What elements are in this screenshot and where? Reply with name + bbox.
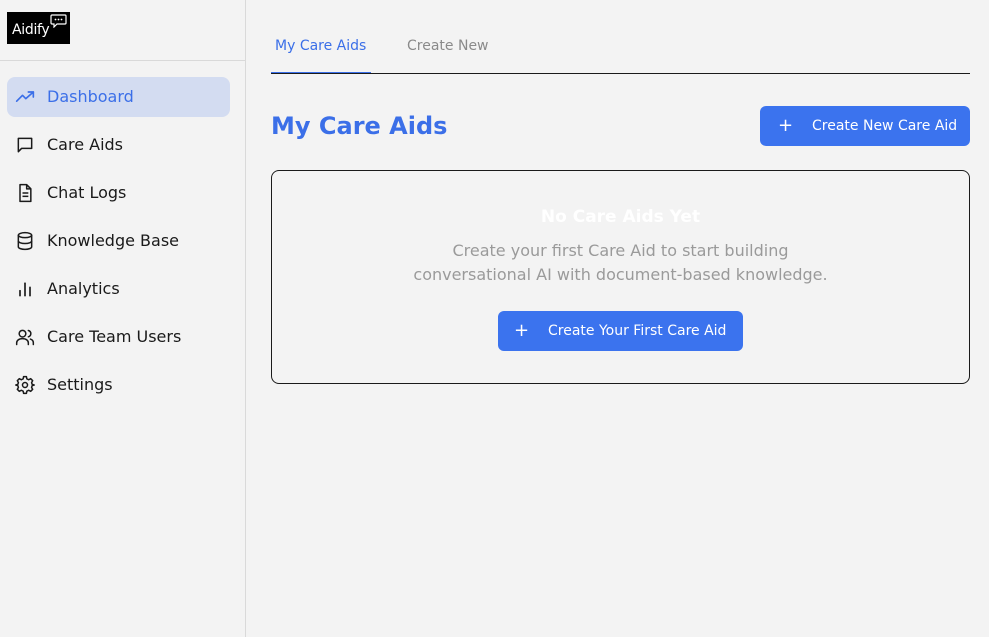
empty-state-description-line: conversational AI with document-based kn…: [413, 265, 828, 284]
empty-state-description: Create your first Care Aid to start buil…: [272, 239, 969, 287]
sidebar-item-chat-logs[interactable]: Chat Logs: [7, 173, 230, 213]
button-label: Create Your First Care Aid: [548, 323, 727, 339]
chat-bubble-logo-icon: [50, 14, 67, 28]
sidebar-item-label: Care Aids: [47, 135, 124, 154]
sidebar-item-analytics[interactable]: Analytics: [7, 269, 230, 309]
database-icon: [15, 231, 35, 251]
users-icon: [15, 327, 35, 347]
sidebar-item-care-team-users[interactable]: Care Team Users: [7, 317, 230, 357]
sidebar-item-settings[interactable]: Settings: [7, 365, 230, 405]
sidebar-item-label: Analytics: [47, 279, 120, 298]
sidebar-item-care-aids[interactable]: Care Aids: [7, 125, 230, 165]
tab-bar-divider: [271, 73, 970, 74]
tab-bar: My Care Aids Create New: [271, 30, 970, 74]
logo-text: Aidify: [12, 22, 50, 38]
gear-icon: [15, 375, 35, 395]
create-new-care-aid-button[interactable]: + Create New Care Aid: [760, 106, 970, 146]
chat-bubble-icon: [15, 135, 35, 155]
empty-state-description-line: Create your first Care Aid to start buil…: [452, 241, 789, 260]
empty-state-card: No Care Aids Yet Create your first Care …: [271, 170, 970, 384]
page-title: My Care Aids: [271, 112, 448, 140]
empty-state-title: No Care Aids Yet: [540, 207, 701, 227]
sidebar-item-label: Knowledge Base: [47, 231, 179, 250]
bar-chart-icon: [15, 279, 35, 299]
sidebar: Aidify Dashboard Care Aids Chat Logs Kno…: [0, 0, 246, 637]
sidebar-divider: [0, 60, 245, 61]
plus-icon: +: [778, 115, 794, 136]
sidebar-nav: Dashboard Care Aids Chat Logs Knowledge …: [7, 77, 230, 413]
button-label: Create New Care Aid: [812, 118, 958, 134]
sidebar-item-label: Settings: [47, 375, 113, 394]
document-icon: [15, 183, 35, 203]
create-first-care-aid-button[interactable]: + Create Your First Care Aid: [498, 311, 743, 351]
sidebar-item-dashboard[interactable]: Dashboard: [7, 77, 230, 117]
app-logo[interactable]: Aidify: [7, 12, 70, 44]
sidebar-item-knowledge-base[interactable]: Knowledge Base: [7, 221, 230, 261]
trending-up-icon: [15, 87, 35, 107]
sidebar-item-label: Care Team Users: [47, 327, 182, 346]
plus-icon: +: [514, 320, 530, 341]
tab-my-care-aids[interactable]: My Care Aids: [275, 38, 366, 54]
sidebar-item-label: Chat Logs: [47, 183, 127, 202]
tab-create-new[interactable]: Create New: [407, 38, 489, 54]
sidebar-item-label: Dashboard: [47, 87, 134, 106]
